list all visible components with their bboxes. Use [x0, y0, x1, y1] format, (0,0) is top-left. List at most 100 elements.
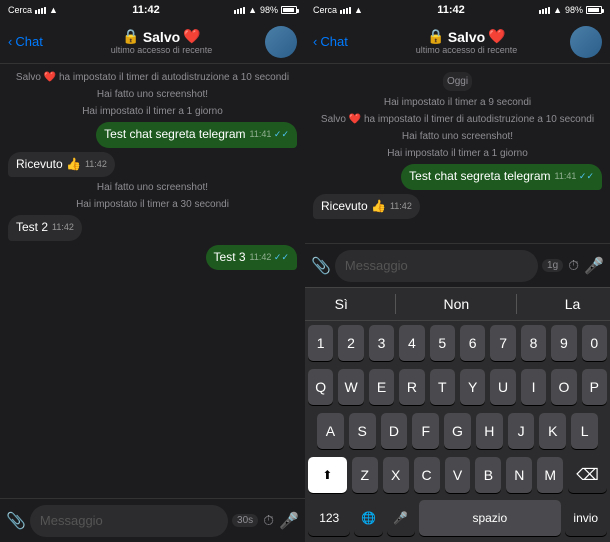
avatar-right[interactable] — [570, 26, 602, 58]
wifi-icon2-left: ▲ — [248, 5, 257, 15]
kb-n[interactable]: N — [506, 457, 532, 493]
bubble-time-rout1: 11:41 ✓✓ — [555, 171, 594, 183]
chat-title-right: 🔒 Salvo ❤️ — [427, 28, 505, 45]
kb-j[interactable]: J — [508, 413, 535, 449]
today-label: Oggi — [443, 72, 472, 91]
kb-h[interactable]: H — [476, 413, 503, 449]
kb-z[interactable]: Z — [352, 457, 378, 493]
kb-k[interactable]: K — [539, 413, 566, 449]
kb-p[interactable]: P — [582, 369, 607, 405]
kb-mic[interactable]: 🎤 — [387, 500, 415, 536]
msg-text-in1: Ricevuto 👍 — [16, 157, 81, 171]
wifi-icon-right: ▲ — [354, 5, 363, 15]
kb-o[interactable]: O — [551, 369, 576, 405]
input-area-right: 📎 Messaggio 1g ⏱ 🎤 — [305, 243, 610, 287]
kb-y[interactable]: Y — [460, 369, 485, 405]
battery-icon-left — [281, 6, 297, 14]
last-seen-right: ultimo accesso di recente — [416, 45, 518, 55]
kb-f[interactable]: F — [412, 413, 439, 449]
kb-x[interactable]: X — [383, 457, 409, 493]
kb-send[interactable]: invio — [565, 500, 607, 536]
kb-space[interactable]: spazio — [419, 500, 561, 536]
kb-t[interactable]: T — [430, 369, 455, 405]
sys-msg-r4: Hai impostato il timer a 1 giorno — [313, 146, 602, 161]
input-right-right: 1g ⏱ 🎤 — [542, 256, 604, 276]
bubble-in2: Test 2 11:42 — [8, 215, 82, 241]
kb-a[interactable]: A — [317, 413, 344, 449]
message-input-left[interactable]: Messaggio — [30, 505, 228, 537]
input-placeholder-left: Messaggio — [40, 513, 103, 528]
autocomplete-non[interactable]: Non — [431, 292, 481, 316]
nav-center-left: 🔒 Salvo ❤️ ultimo accesso di recente — [58, 28, 265, 55]
kb-6[interactable]: 6 — [460, 325, 485, 361]
kb-1[interactable]: 1 — [308, 325, 333, 361]
kb-m[interactable]: M — [537, 457, 563, 493]
kb-shift[interactable]: ⬆ — [308, 457, 347, 493]
kb-v[interactable]: V — [445, 457, 471, 493]
input-placeholder-right: Messaggio — [345, 258, 408, 273]
signal-bars-right — [340, 7, 351, 14]
kb-u[interactable]: U — [490, 369, 515, 405]
clock-icon-left: ⏱ — [263, 512, 274, 529]
kb-e[interactable]: E — [369, 369, 394, 405]
kb-i[interactable]: I — [521, 369, 546, 405]
signal-text-right: Cerca — [313, 5, 337, 15]
mic-icon-right[interactable]: 🎤 — [584, 256, 604, 276]
msg-text-rin1: Ricevuto 👍 — [321, 199, 386, 213]
last-seen-left: ultimo accesso di recente — [111, 45, 213, 55]
kb-2[interactable]: 2 — [338, 325, 363, 361]
bubble-time-in1: 11:42 — [85, 159, 107, 171]
msg-row-out2: Test 3 11:42 ✓✓ — [8, 245, 297, 271]
bubble-time-out1: 11:41 ✓✓ — [250, 129, 289, 141]
keyboard: 1 2 3 4 5 6 7 8 9 0 Q W E R T Y U I O P … — [305, 321, 610, 542]
back-button-right[interactable]: ‹ Chat — [313, 34, 363, 49]
kb-7[interactable]: 7 — [490, 325, 515, 361]
sys-msg-1: Salvo ❤️ ha impostato il timer di autodi… — [8, 70, 297, 85]
kb-r[interactable]: R — [399, 369, 424, 405]
kb-123[interactable]: 123 — [308, 500, 350, 536]
bubble-time-out2: 11:42 ✓✓ — [250, 252, 289, 264]
kb-4[interactable]: 4 — [399, 325, 424, 361]
kb-g[interactable]: G — [444, 413, 471, 449]
autocomplete-la[interactable]: La — [553, 292, 593, 316]
kb-d[interactable]: D — [381, 413, 408, 449]
heart-icon-left: ❤️ — [183, 28, 200, 45]
kb-backspace[interactable]: ⌫ — [568, 457, 607, 493]
bubble-out2: Test 3 11:42 ✓✓ — [206, 245, 297, 271]
input-right-left: 30s ⏱ 🎤 — [232, 511, 299, 531]
panel-right: Cerca ▲ 11:42 ▲ 98% — [305, 0, 610, 542]
kb-8[interactable]: 8 — [521, 325, 546, 361]
msg-row-in2: Test 2 11:42 — [8, 215, 297, 241]
avatar-left[interactable] — [265, 26, 297, 58]
kb-c[interactable]: C — [414, 457, 440, 493]
status-bar-right: Cerca ▲ 11:42 ▲ 98% — [305, 0, 610, 20]
kb-5[interactable]: 5 — [430, 325, 455, 361]
panel-left: Cerca ▲ 11:42 ▲ 98% — [0, 0, 305, 542]
lock-icon-right: 🔒 — [427, 28, 444, 45]
kb-w[interactable]: W — [338, 369, 363, 405]
message-input-right[interactable]: Messaggio — [335, 250, 538, 282]
sys-msg-4: Hai fatto uno screenshot! — [8, 180, 297, 195]
nav-center-right: 🔒 Salvo ❤️ ultimo accesso di recente — [363, 28, 570, 55]
attach-icon-left[interactable]: 📎 — [6, 511, 26, 531]
msg-row-rin1: Ricevuto 👍 11:42 — [313, 194, 602, 220]
mic-icon-left[interactable]: 🎤 — [279, 511, 299, 531]
sys-msg-r3: Hai fatto uno screenshot! — [313, 129, 602, 144]
kb-9[interactable]: 9 — [551, 325, 576, 361]
kb-0[interactable]: 0 — [582, 325, 607, 361]
contact-name-left: Salvo — [143, 29, 180, 45]
msg-text-in2: Test 2 — [16, 220, 48, 234]
kb-s[interactable]: S — [349, 413, 376, 449]
back-button-left[interactable]: ‹ Chat — [8, 34, 58, 49]
kb-l[interactable]: L — [571, 413, 598, 449]
sys-msg-r1: Hai impostato il timer a 9 secondi — [313, 95, 602, 110]
autocomplete-si[interactable]: Sì — [323, 292, 360, 316]
back-label-right: Chat — [320, 34, 347, 49]
kb-b[interactable]: B — [475, 457, 501, 493]
kb-globe[interactable]: 🌐 — [354, 500, 382, 536]
attach-icon-right[interactable]: 📎 — [311, 256, 331, 276]
kb-q[interactable]: Q — [308, 369, 333, 405]
wifi-icon2-right: ▲ — [553, 5, 562, 15]
chevron-left-icon: ‹ — [8, 34, 12, 49]
kb-3[interactable]: 3 — [369, 325, 394, 361]
